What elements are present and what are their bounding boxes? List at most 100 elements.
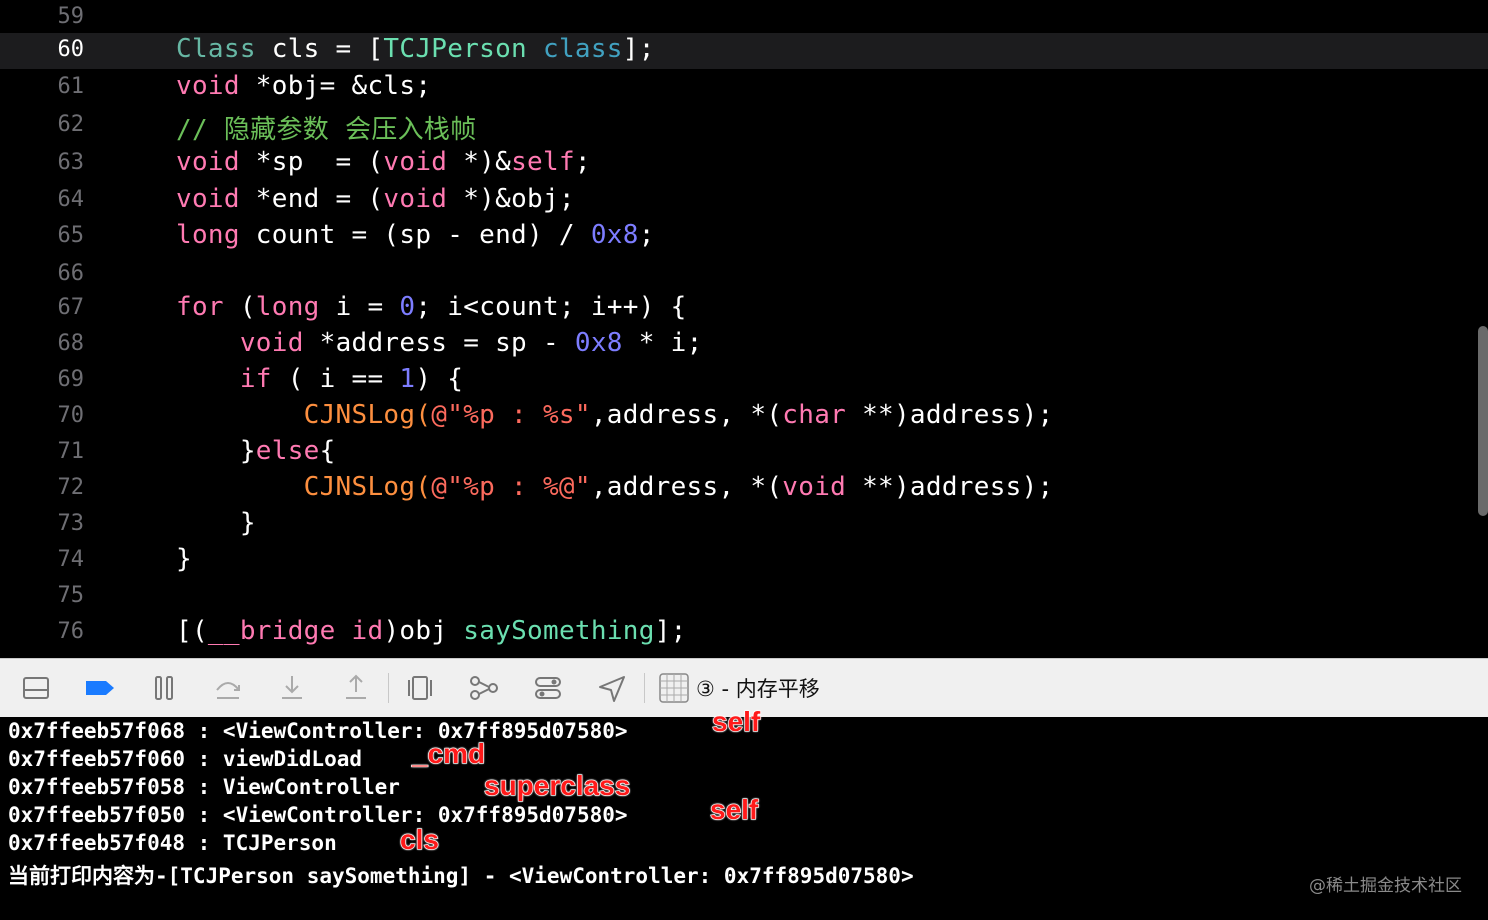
hide-debug-area-icon[interactable] [20,672,52,704]
code-token: self [511,147,575,177]
code-line[interactable]: 73 } [0,507,1488,543]
code-text[interactable]: }else{ [176,436,336,466]
line-number[interactable]: 67 [0,295,85,320]
line-number[interactable]: 60 [0,37,85,62]
code-token: ]; [654,616,687,646]
annotation-self: self [711,705,761,737]
environment-overrides-icon[interactable] [532,672,564,704]
line-number[interactable]: 76 [0,619,85,644]
code-token: long [255,292,320,322]
line-number[interactable]: 65 [0,223,85,248]
line-number[interactable]: 64 [0,187,85,212]
code-token: *sp = ( [239,147,384,177]
code-line[interactable]: 71 }else{ [0,435,1488,471]
code-text[interactable]: CJNSLog(@"%p : %s",address, *(char **)ad… [176,400,1054,430]
code-token: 0x8 [590,220,639,250]
code-token: ,address, *( [590,400,783,430]
code-text[interactable]: } [176,544,192,574]
step-over-icon[interactable] [212,672,244,704]
line-number[interactable]: 72 [0,475,85,500]
code-text[interactable]: } [176,508,256,538]
code-line[interactable]: 67 for (long i = 0; i<count; i++) { [0,291,1488,327]
line-number[interactable]: 70 [0,403,85,428]
step-into-icon[interactable] [276,672,308,704]
code-token: [( [176,616,208,646]
code-editor[interactable]: 59 60 Class cls = [TCJPerson class]; 61 void… [0,0,1488,658]
code-token: char [782,400,847,430]
code-text[interactable]: // 隐藏参数 会压入栈帧 [176,109,477,146]
code-line[interactable]: 66 [0,257,1488,293]
code-line[interactable]: 75 [0,579,1488,615]
memory-graph-icon[interactable] [468,672,500,704]
watermark: @稀土掘金技术社区 [1309,876,1462,896]
code-token: *end = ( [239,184,384,214]
line-number[interactable]: 69 [0,367,85,392]
code-token: **)address); [846,472,1054,502]
code-token: *obj= &cls; [239,71,432,101]
line-number[interactable]: 71 [0,439,85,464]
step-out-icon[interactable] [340,672,372,704]
code-token: } [176,508,256,538]
code-line[interactable]: 62 // 隐藏参数 会压入栈帧 [0,108,1488,146]
code-line[interactable]: 76 [(__bridge id)obj saySomething]; [0,615,1488,651]
line-number[interactable]: 61 [0,74,85,99]
code-token: // 隐藏参数 会压入栈帧 [176,115,477,145]
code-text[interactable]: void *sp = (void *)&self; [176,147,591,177]
code-token: 0 [399,292,416,322]
code-text[interactable]: void *obj= &cls; [176,71,431,101]
annotation-cmd: _cmd [411,737,486,769]
pause-icon[interactable] [148,672,180,704]
line-number[interactable]: 73 [0,511,85,536]
code-line[interactable]: 60 Class cls = [TCJPerson class]; [0,33,1488,69]
console-line: 0x7ffeeb57f048 : TCJPerson [8,831,337,855]
code-line[interactable]: 65 long count = (sp - end) / 0x8; [0,219,1488,255]
code-text[interactable]: long count = (sp - end) / 0x8; [176,220,655,250]
grid-target-icon[interactable] [658,672,690,704]
code-token: )obj [383,616,464,646]
code-token: Class [176,34,256,64]
line-number[interactable]: 74 [0,547,85,572]
console-line: 0x7ffeeb57f068 : <ViewController: 0x7ff8… [8,719,628,743]
line-number[interactable]: 68 [0,331,85,356]
code-token: count = (sp - end) / [239,220,591,250]
code-text[interactable]: for (long i = 0; i<count; i++) { [176,292,687,322]
editor-scrollbar[interactable] [1478,326,1488,516]
code-token: cls = [ [255,34,384,64]
code-token: class [542,34,623,64]
simulate-location-icon[interactable] [596,672,628,704]
toolbar-divider [388,673,389,703]
code-line[interactable]: 70 CJNSLog(@"%p : %s",address, *(char **… [0,399,1488,435]
console-line: 0x7ffeeb57f050 : <ViewController: 0x7ff8… [8,803,628,827]
code-text[interactable]: void *end = (void *)&obj; [176,184,575,214]
code-token: void [176,147,240,177]
code-line[interactable]: 69 if ( i == 1) { [0,363,1488,399]
code-token: * i; [622,328,703,358]
code-line[interactable]: 68 void *address = sp - 0x8 * i; [0,327,1488,363]
code-line[interactable]: 63 void *sp = (void *)&self; [0,146,1488,182]
line-number[interactable]: 66 [0,261,85,286]
line-number[interactable]: 59 [0,4,85,29]
code-line[interactable]: 72 CJNSLog(@"%p : %@",address, *(void **… [0,471,1488,507]
line-number[interactable]: 75 [0,583,85,608]
line-number[interactable]: 62 [0,112,85,137]
code-text[interactable]: [(__bridge id)obj saySomething]; [176,616,687,646]
code-line[interactable]: 74} [0,543,1488,579]
code-token: ; [638,220,655,250]
code-line[interactable]: 64 void *end = (void *)&obj; [0,183,1488,219]
code-text[interactable]: if ( i == 1) { [176,364,463,394]
view-debugger-icon[interactable] [404,672,436,704]
code-text[interactable]: Class cls = [TCJPerson class]; [176,34,655,64]
target-scheme-label[interactable]: ③ - 内存平移 [696,673,820,703]
line-number[interactable]: 63 [0,150,85,175]
code-line[interactable]: 59 [0,0,1488,36]
code-token: CJNSLog( [303,472,432,502]
breakpoints-toggle-icon[interactable] [84,672,116,704]
code-token: ( i == [271,364,400,394]
code-text[interactable]: void *address = sp - 0x8 * i; [176,328,703,358]
code-line[interactable]: 61 void *obj= &cls; [0,70,1488,106]
code-text[interactable]: CJNSLog(@"%p : %@",address, *(void **)ad… [176,472,1054,502]
